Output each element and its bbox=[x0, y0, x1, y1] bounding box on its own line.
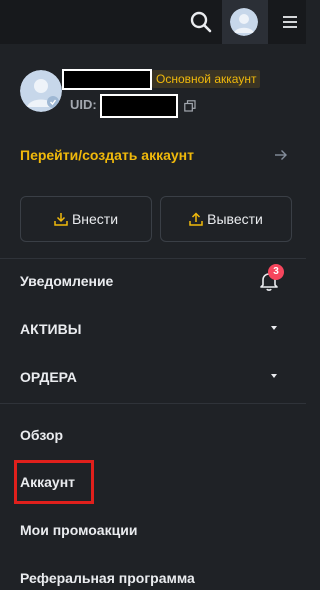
uid-label: UID: bbox=[70, 97, 97, 112]
deposit-label: Внести bbox=[71, 211, 119, 227]
chevron-down-icon[interactable] bbox=[271, 374, 277, 378]
top-bar bbox=[0, 0, 306, 44]
menu-item-promos[interactable]: Мои промоакции bbox=[20, 522, 137, 538]
redacted-username bbox=[62, 69, 152, 90]
search-icon[interactable] bbox=[188, 9, 214, 35]
profile-avatar bbox=[20, 70, 62, 112]
notification-count-badge: 3 bbox=[268, 264, 284, 280]
goto-account-label: Перейти/создать аккаунт bbox=[20, 147, 194, 163]
chevron-down-icon[interactable] bbox=[271, 326, 277, 330]
divider bbox=[0, 403, 306, 404]
main-account-badge: Основной аккаунт bbox=[152, 70, 261, 88]
deposit-button[interactable]: Внести bbox=[20, 196, 152, 242]
menu-item-assets[interactable]: АКТИВЫ bbox=[20, 321, 81, 337]
avatar bbox=[230, 8, 258, 36]
menu-item-overview[interactable]: Обзор bbox=[20, 427, 63, 443]
download-icon bbox=[54, 213, 68, 226]
arrow-right-icon bbox=[274, 148, 288, 162]
goto-create-account[interactable]: Перейти/создать аккаунт bbox=[20, 145, 290, 167]
upload-icon bbox=[189, 212, 203, 226]
redacted-uid bbox=[100, 94, 178, 118]
menu-item-orders[interactable]: ОРДЕРА bbox=[20, 369, 77, 385]
divider bbox=[0, 258, 306, 259]
withdraw-label: Вывести bbox=[207, 211, 263, 227]
menu-item-notifications[interactable]: Уведомление bbox=[20, 273, 113, 289]
copy-icon[interactable] bbox=[184, 99, 196, 112]
menu-item-referral[interactable]: Реферальная программа bbox=[20, 570, 195, 586]
avatar-button[interactable] bbox=[222, 0, 268, 44]
menu-icon[interactable] bbox=[280, 12, 300, 32]
withdraw-button[interactable]: Вывести bbox=[160, 196, 292, 242]
highlight-box bbox=[14, 460, 94, 504]
